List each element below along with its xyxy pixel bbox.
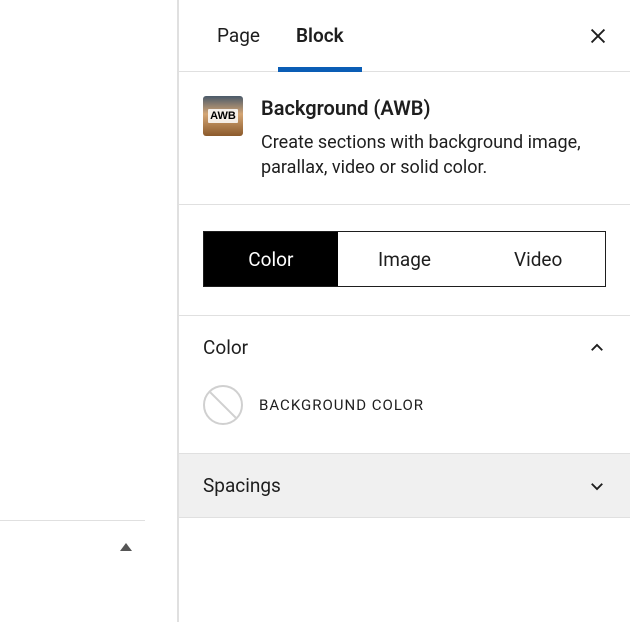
type-button-video-label: Video [514,248,562,271]
panel-color-header[interactable]: Color [179,316,630,379]
block-icon: AWB [203,96,243,136]
tab-block[interactable]: Block [278,0,362,71]
type-button-color-label: Color [248,248,293,271]
panel-spacings-header[interactable]: Spacings [179,454,630,517]
type-button-image[interactable]: Image [338,232,472,286]
panel-spacings-title: Spacings [203,474,281,497]
caret-up-icon[interactable] [120,543,132,551]
editor-canvas-area [0,0,178,622]
block-title: Background (AWB) [261,96,602,120]
chevron-up-icon [588,339,606,357]
background-color-control[interactable]: BACKGROUND COLOR [179,379,630,453]
background-type-toggle: Color Image Video [203,231,606,287]
chevron-down-icon [588,477,606,495]
block-description: Create sections with background image, p… [261,130,602,180]
type-button-color[interactable]: Color [204,232,338,286]
settings-sidebar: Page Block AWB Background (AWB) Create s… [178,0,630,622]
tab-page[interactable]: Page [199,0,278,71]
panel-spacings: Spacings [179,454,630,518]
block-icon-text: AWB [208,109,238,123]
tab-block-label: Block [296,24,344,47]
background-color-label: BACKGROUND COLOR [259,396,424,414]
tab-page-label: Page [217,24,260,47]
background-type-row: Color Image Video [179,205,630,316]
block-info: Background (AWB) Create sections with ba… [261,96,602,180]
panel-color-title: Color [203,336,248,359]
type-button-video[interactable]: Video [471,232,605,286]
canvas-divider [0,520,145,521]
type-button-image-label: Image [378,248,431,271]
close-icon [587,25,609,47]
close-sidebar-button[interactable] [578,16,618,56]
block-card: AWB Background (AWB) Create sections wit… [179,72,630,205]
panel-color: Color BACKGROUND COLOR [179,316,630,454]
sidebar-tabs: Page Block [179,0,630,72]
color-swatch-none-icon [203,385,243,425]
